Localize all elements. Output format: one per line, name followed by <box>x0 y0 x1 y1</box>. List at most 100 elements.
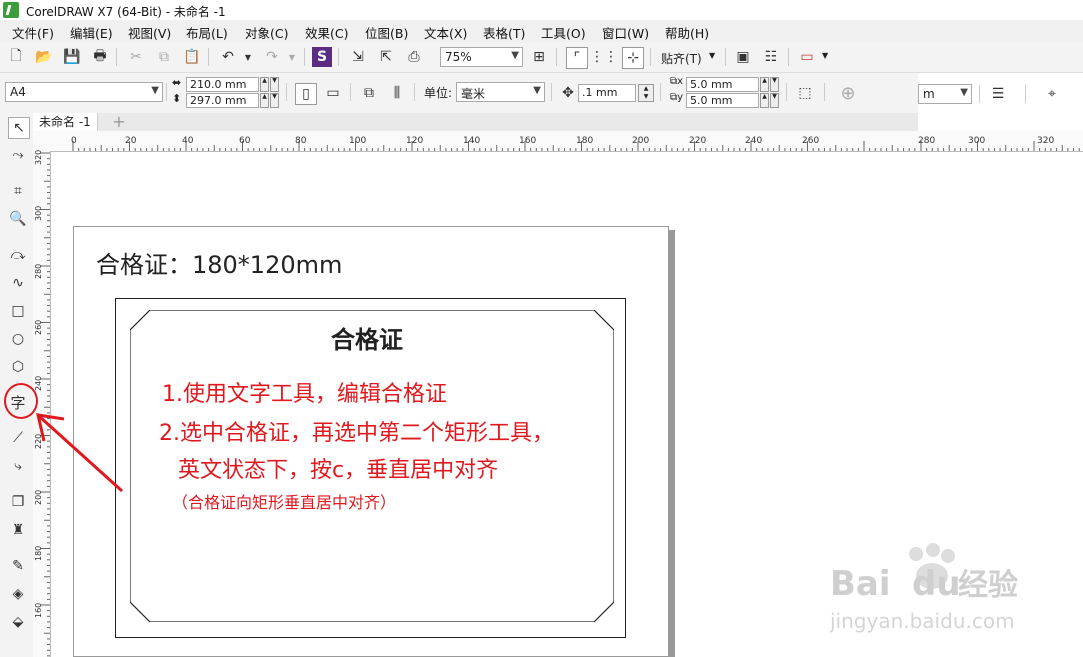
undo-icon[interactable]: ↶ <box>218 47 238 67</box>
align-icon[interactable]: ☰ <box>988 84 1008 104</box>
nudge-spinner[interactable]: ▲ ▼ <box>638 84 654 102</box>
transparency-icon[interactable]: ♜ <box>8 520 28 540</box>
page-height-field[interactable]: 297.0 mm <box>186 93 259 108</box>
treat-as-filled-icon[interactable]: ⬚ <box>795 83 815 103</box>
save-icon[interactable]: 💾 <box>62 47 82 67</box>
dup-y-spin-down[interactable]: ▼ <box>770 93 779 108</box>
ruler-label: 80 <box>295 136 307 146</box>
menu-view[interactable]: 视图(V) <box>128 23 171 42</box>
all-pages-icon[interactable]: ⧉ <box>359 83 379 103</box>
cut-icon[interactable]: ✂ <box>126 47 146 67</box>
show-grid-icon[interactable]: ⋮⋮ <box>590 47 618 67</box>
right-units-combo[interactable]: m ▼ <box>918 84 972 104</box>
polygon-tool-icon[interactable]: ⬡ <box>8 357 28 377</box>
transform-icon[interactable]: ⌖ <box>1042 84 1062 104</box>
horizontal-ruler-right[interactable]: 280 300 320 <box>918 131 1083 152</box>
ruler-label: 160 <box>34 602 43 618</box>
menu-table[interactable]: 表格(T) <box>483 23 525 42</box>
menu-edit[interactable]: 编辑(E) <box>70 23 113 42</box>
dup-x-spin-up[interactable]: ▲ <box>760 77 769 92</box>
crop-tool-icon[interactable]: ⌗ <box>8 181 28 201</box>
import-icon[interactable]: ⇲ <box>348 47 368 67</box>
units-value: 毫米 <box>461 87 486 101</box>
full-screen-icon[interactable]: ⊞ <box>529 47 549 67</box>
width-spin-up[interactable]: ▲ <box>260 77 269 92</box>
freehand-tool-icon[interactable]: ⤼ <box>8 245 28 265</box>
height-spin-down[interactable]: ▼ <box>270 93 279 108</box>
certificate-title: 合格证 <box>331 325 403 354</box>
duplicate-x-field[interactable]: 5.0 mm <box>686 77 759 92</box>
baidu-watermark: Bai du 经验 jingyan.baidu.com <box>830 543 1018 633</box>
dup-y-spin-up[interactable]: ▲ <box>760 93 769 108</box>
new-document-icon[interactable]: 🗋 <box>6 47 26 67</box>
snap-to-button[interactable]: 贴齐(T) <box>661 50 702 67</box>
menu-effects[interactable]: 效果(C) <box>305 23 348 42</box>
print-icon[interactable]: 🖶 <box>90 47 110 67</box>
rectangle-tool-icon[interactable]: □ <box>8 301 28 321</box>
redo-dropdown-icon[interactable]: ▼ <box>282 47 302 67</box>
page-size-combo[interactable]: A4 ▼ <box>5 82 163 102</box>
ruler-label: 20 <box>125 136 137 146</box>
welcome-screen-icon[interactable]: ▣ <box>733 47 753 67</box>
current-page-icon[interactable]: ⫼ <box>387 83 407 103</box>
ruler-label: 240 <box>34 375 43 391</box>
snap-dropdown-icon[interactable]: ▼ <box>709 51 715 60</box>
dup-x-spin-down[interactable]: ▼ <box>770 77 779 92</box>
width-spin-down[interactable]: ▼ <box>270 77 279 92</box>
menu-object[interactable]: 对象(C) <box>245 23 288 42</box>
pick-tool-icon[interactable]: ↖ <box>8 117 30 139</box>
copy-icon[interactable]: ⧉ <box>154 47 174 67</box>
show-guidelines-icon[interactable]: ⊹ <box>622 47 644 69</box>
units-label: 单位: <box>424 86 453 100</box>
show-rulers-icon[interactable]: ⌜ <box>566 47 588 69</box>
menu-help[interactable]: 帮助(H) <box>665 23 709 42</box>
menu-file[interactable]: 文件(F) <box>12 23 54 42</box>
landscape-icon[interactable]: ▭ <box>323 83 343 103</box>
units-combo[interactable]: 毫米 ▼ <box>456 82 545 102</box>
menu-window[interactable]: 窗口(W) <box>602 23 649 42</box>
smart-fill-icon[interactable]: ⬙ <box>8 612 28 632</box>
shape-tool-icon[interactable]: ⤳ <box>8 145 28 165</box>
instruction-note-2: 2.选中合格证，再选中第二个矩形工具， <box>159 421 554 446</box>
page-shadow <box>669 230 675 657</box>
portrait-icon[interactable]: ▯ <box>295 83 317 105</box>
nudge-distance-field[interactable]: .1 mm <box>578 84 636 102</box>
launcher-dropdown-icon[interactable]: ▼ <box>822 51 828 60</box>
paste-icon[interactable]: 📋 <box>182 47 202 67</box>
ruler-label: 100 <box>349 136 367 146</box>
chevron-down-icon: ▼ <box>151 85 159 96</box>
eyedropper-icon[interactable]: ✎ <box>8 556 28 576</box>
application-launcher-icon[interactable]: ▭ <box>797 47 817 67</box>
page-width-field[interactable]: 210.0 mm <box>186 77 259 92</box>
open-folder-icon[interactable]: 📂 <box>34 47 54 67</box>
menu-layout[interactable]: 布局(L) <box>186 23 228 42</box>
zoom-combo[interactable]: 75% ▼ <box>440 47 523 67</box>
property-bar: A4 ▼ ⬌ 210.0 mm ▲ ▼ ⬍ 297.0 mm ▲ ▼ ▯ ▭ ⧉… <box>0 73 918 114</box>
horizontal-ruler[interactable]: 0 20 40 60 80 100 120 140 160 180 200 22… <box>33 131 918 152</box>
duplicate-y-field[interactable]: 5.0 mm <box>686 93 759 108</box>
dimension-tool-icon[interactable]: ⟋ <box>8 428 28 448</box>
ellipse-tool-icon[interactable]: ○ <box>8 329 28 349</box>
interactive-fill-icon[interactable]: ◈ <box>8 584 28 604</box>
add-preset-icon[interactable]: ⊕ <box>838 83 858 104</box>
export-icon[interactable]: ⇱ <box>376 47 396 67</box>
chevron-down-icon: ▼ <box>533 85 541 96</box>
options-icon[interactable]: ☷ <box>761 47 781 67</box>
undo-dropdown-icon[interactable]: ▼ <box>238 47 258 67</box>
artistic-media-icon[interactable]: ∿ <box>8 273 28 293</box>
ruler-label: 0 <box>71 136 77 146</box>
height-spin-up[interactable]: ▲ <box>260 93 269 108</box>
zoom-tool-icon[interactable]: 🔍 <box>8 209 28 229</box>
connector-tool-icon[interactable]: ⤷ <box>8 456 28 476</box>
drop-shadow-icon[interactable]: ❐ <box>8 492 28 512</box>
menu-text[interactable]: 文本(X) <box>424 23 467 42</box>
search-content-icon[interactable]: S <box>312 47 332 67</box>
menu-tools[interactable]: 工具(O) <box>541 23 586 42</box>
menu-bitmaps[interactable]: 位图(B) <box>365 23 408 42</box>
coreldraw-logo-icon <box>3 2 19 18</box>
redo-icon[interactable]: ↷ <box>262 47 282 67</box>
tab-untitled-1[interactable]: 未命名 -1 <box>33 113 98 131</box>
ruler-label: 160 <box>519 136 537 146</box>
add-tab-button[interactable]: + <box>111 114 127 130</box>
publish-pdf-icon[interactable]: ⎙ <box>404 47 424 67</box>
